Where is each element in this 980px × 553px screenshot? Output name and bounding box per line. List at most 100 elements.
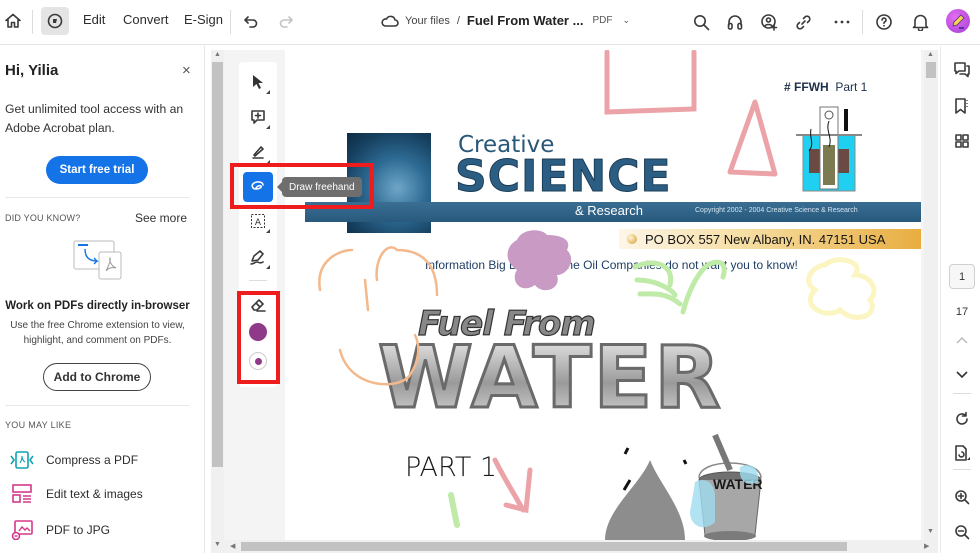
- scroll-down-arrow[interactable]: ▼: [927, 528, 934, 535]
- thumbnails-icon: [955, 134, 969, 148]
- pdf-page: Creative SCIENCE & Research Copyright 20…: [285, 50, 921, 540]
- greeting: Hi, Yilia: [5, 62, 59, 79]
- add-comment-tool[interactable]: [243, 102, 273, 132]
- you-may-like-label: YOU MAY LIKE: [5, 420, 72, 430]
- document-vertical-scrollbar[interactable]: ▲ ▼: [924, 50, 938, 553]
- see-more-link[interactable]: See more: [135, 211, 187, 225]
- more-icon: [834, 20, 850, 24]
- divider: [32, 10, 33, 34]
- scroll-left-arrow[interactable]: ◀: [230, 542, 235, 550]
- file-menu-chevron-icon[interactable]: ⌄: [622, 15, 630, 26]
- suggestion-compress-pdf[interactable]: Compress a PDF: [0, 446, 200, 474]
- scrollbar-thumb[interactable]: [212, 62, 223, 467]
- scroll-up-arrow[interactable]: ▲: [927, 51, 934, 58]
- next-page-button[interactable]: [951, 364, 973, 386]
- select-tool[interactable]: [243, 67, 273, 97]
- suggestion-label: Edit text & images: [46, 487, 143, 501]
- pencil-avatar-icon: [952, 14, 965, 29]
- annotate-tool-icon: [47, 13, 63, 29]
- highlight-box-drawing-options: [237, 291, 280, 384]
- search-icon: [693, 14, 709, 30]
- text-box-icon: A: [251, 214, 265, 228]
- headset-icon: [727, 14, 743, 30]
- suggestion-edit-text-images[interactable]: Edit text & images: [0, 480, 200, 508]
- submenu-indicator: [266, 125, 270, 129]
- help-button[interactable]: [873, 11, 895, 33]
- page-rotate-icon: [955, 445, 970, 461]
- divider: [953, 469, 971, 470]
- pen-sign-icon: [250, 250, 264, 265]
- breadcrumb-location[interactable]: Your files: [405, 15, 450, 27]
- divider: [5, 197, 189, 198]
- annotation-green-stroke: [448, 492, 460, 528]
- share-user-button[interactable]: [758, 11, 780, 33]
- avatar[interactable]: [946, 9, 970, 33]
- annotation-triangle: [727, 99, 778, 177]
- annotation-blue-blob: [690, 480, 715, 528]
- suggestion-pdf-to-jpg[interactable]: PDF to JPG: [0, 516, 200, 544]
- add-to-chrome-button[interactable]: Add to Chrome: [43, 363, 151, 391]
- undo-button[interactable]: [241, 11, 261, 31]
- comments-icon: [954, 62, 970, 78]
- submenu-indicator: [266, 90, 270, 94]
- zoom-in-button[interactable]: [951, 486, 973, 508]
- annotation-yellow-flower: [806, 257, 877, 320]
- search-button[interactable]: [690, 11, 712, 33]
- feature-description: Use the free Chrome extension to view, h…: [10, 320, 185, 346]
- bookmarks-button[interactable]: [951, 95, 973, 117]
- close-panel-button[interactable]: ×: [182, 62, 191, 79]
- annotate-mode-button[interactable]: [41, 7, 69, 35]
- menu-esign[interactable]: E-Sign: [184, 12, 223, 27]
- pdf-to-jpg-icon: [9, 519, 35, 541]
- notifications-button[interactable]: [909, 11, 931, 33]
- file-name[interactable]: Fuel From Water ...: [467, 13, 584, 28]
- promo-text: Get unlimited tool access with an Adobe …: [5, 102, 184, 135]
- menu-convert[interactable]: Convert: [123, 12, 169, 27]
- suggestion-label: Compress a PDF: [46, 453, 139, 467]
- signature-tool[interactable]: [243, 242, 273, 272]
- previous-page-button[interactable]: [951, 329, 973, 351]
- scroll-up-arrow[interactable]: ▲: [214, 51, 221, 58]
- home-button[interactable]: [2, 10, 24, 32]
- comments-button[interactable]: [951, 59, 973, 81]
- support-button[interactable]: [724, 11, 746, 33]
- feature-title: Work on PDFs directly in-browser: [5, 300, 190, 312]
- refresh-button[interactable]: [951, 408, 973, 430]
- left-panel: Hi, Yilia × Get unlimited tool access wi…: [0, 46, 205, 553]
- comment-add-icon: [251, 110, 265, 124]
- text-box-tool[interactable]: A: [243, 206, 273, 236]
- did-you-know-label: DID YOU KNOW?: [5, 213, 81, 223]
- freehand-annotations-layer: [318, 50, 877, 528]
- more-button[interactable]: [831, 11, 853, 33]
- document-horizontal-scrollbar[interactable]: ◀ ▶: [224, 540, 938, 553]
- thumbnails-button[interactable]: [951, 130, 973, 152]
- divider: [953, 393, 971, 394]
- right-rail: 1 17: [940, 46, 980, 553]
- scroll-right-arrow[interactable]: ▶: [924, 542, 929, 550]
- cursor-icon: [253, 75, 263, 89]
- breadcrumb: Your files / Fuel From Water ... PDF ⌄: [381, 13, 630, 28]
- link-icon: [795, 14, 811, 30]
- scrollbar-thumb[interactable]: [241, 542, 847, 551]
- bell-icon: [912, 14, 928, 31]
- page-options-button[interactable]: [951, 442, 973, 464]
- start-free-trial-button[interactable]: Start free trial: [46, 156, 148, 184]
- browser-extension-illustration: [72, 239, 124, 281]
- zoom-in-icon: [955, 490, 970, 505]
- left-panel-scrollbar[interactable]: ▲ ▼: [211, 50, 224, 553]
- breadcrumb-separator: /: [456, 14, 460, 27]
- edit-text-images-icon: [9, 483, 35, 505]
- menu-edit[interactable]: Edit: [83, 12, 105, 27]
- refresh-icon: [956, 411, 968, 425]
- copy-link-button[interactable]: [792, 11, 814, 33]
- zoom-out-button[interactable]: [951, 521, 973, 543]
- annotation-purple-blob: [507, 230, 572, 291]
- top-toolbar: Edit Convert E-Sign Your files / Fuel Fr…: [0, 0, 980, 45]
- current-page-input[interactable]: 1: [949, 264, 975, 289]
- total-pages: 17: [955, 306, 969, 318]
- svg-text:A: A: [255, 218, 262, 228]
- scrollbar-thumb[interactable]: [926, 62, 936, 78]
- annotation-blue-blob: [739, 465, 759, 484]
- redo-button[interactable]: [276, 11, 296, 31]
- scroll-down-arrow[interactable]: ▼: [214, 541, 221, 548]
